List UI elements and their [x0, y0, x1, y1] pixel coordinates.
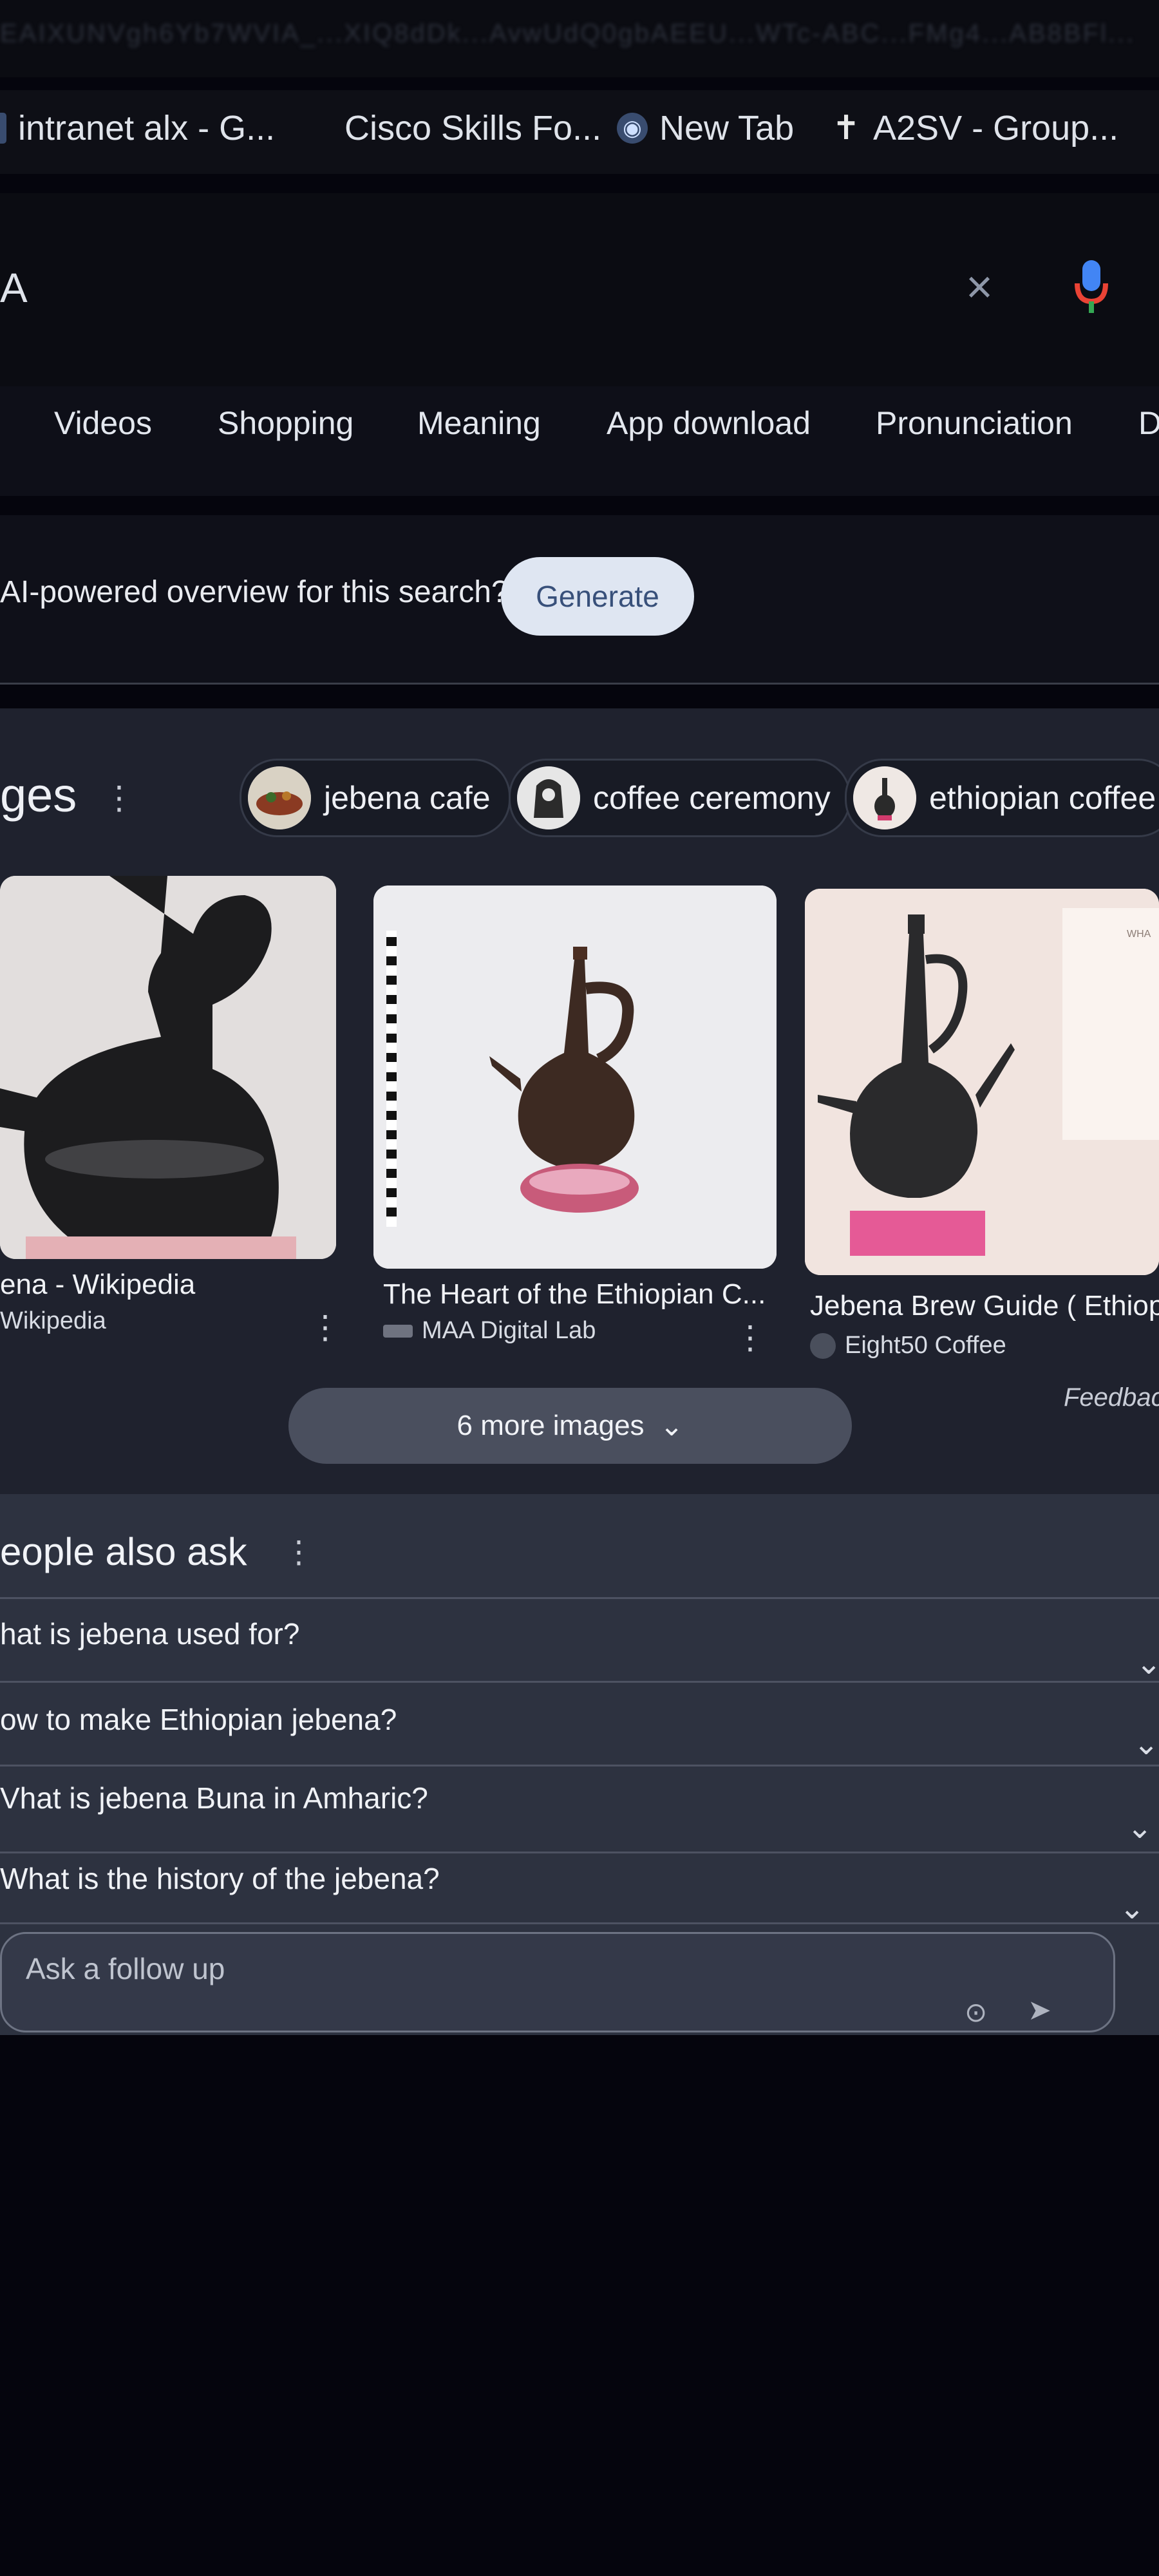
cross-icon: ✝ [832, 109, 860, 147]
chevron-down-icon: ⌄ [659, 1410, 684, 1442]
images-menu-icon[interactable]: ⋮ [103, 779, 135, 817]
ai-overview-prompt: AI-powered overview for this search? [0, 575, 509, 609]
divider [0, 1597, 1159, 1599]
image-card-wikipedia[interactable] [0, 876, 336, 1259]
card-title[interactable]: ena - Wikipedia [0, 1269, 195, 1301]
mic-icon[interactable] [1072, 258, 1111, 316]
chip-thumbnail [517, 766, 580, 829]
clear-search-button[interactable]: × [966, 261, 993, 314]
tab-videos[interactable]: Videos [54, 404, 152, 442]
divider [0, 1765, 1159, 1766]
alx-icon [0, 113, 6, 144]
maa-icon [383, 1324, 413, 1338]
images-heading: ges [0, 768, 77, 822]
chevron-down-icon[interactable]: ⌄ [1119, 1890, 1145, 1926]
more-images-label: 6 more images [457, 1410, 645, 1441]
tab-shopping[interactable]: Shopping [218, 404, 353, 442]
card-title[interactable]: The Heart of the Ethiopian C... [383, 1278, 766, 1311]
jebena-image [373, 886, 777, 1269]
bookmark-label: New Tab [659, 109, 795, 147]
card-source: Wikipedia [0, 1307, 106, 1335]
bookmark-a2sv-group[interactable]: ✝ A2SV - Group... [831, 108, 1118, 148]
card-source: MAA Digital Lab [383, 1317, 596, 1345]
source-label: MAA Digital Lab [422, 1317, 596, 1344]
send-icon[interactable]: ➤ [1028, 1994, 1051, 2027]
chip-label: jebena cafe [324, 780, 491, 816]
card-source: Eight50 Coffee [810, 1332, 1006, 1359]
tab-more[interactable]: D [1138, 404, 1159, 442]
divider [0, 1681, 1159, 1683]
people-also-ask-heading: eople also ask [0, 1530, 247, 1573]
bookmark-new-tab[interactable]: ◉ New Tab [617, 108, 794, 148]
bookmark-intranet-alx[interactable]: intranet alx - G... [0, 108, 275, 148]
tab-pronunciation[interactable]: Pronunciation [876, 404, 1073, 442]
chip-ethiopian-coffee[interactable]: ethiopian coffee [845, 759, 1159, 837]
chip-thumbnail [853, 766, 916, 829]
svg-text:WHA: WHA [1127, 929, 1151, 940]
paa-menu-icon[interactable]: ⋮ [283, 1534, 314, 1570]
chip-jebena-cafe[interactable]: jebena cafe [240, 759, 511, 837]
bookmark-label: intranet alx - G... [18, 109, 276, 147]
bookmark-cisco-skills[interactable]: Cisco Skills Fo... [344, 108, 601, 148]
more-images-button[interactable]: 6 more images ⌄ [288, 1388, 852, 1464]
image-card-maa[interactable] [373, 886, 777, 1269]
bottom-dark-area [0, 2035, 1159, 2576]
chip-label: coffee ceremony [593, 780, 831, 816]
chevron-down-icon[interactable]: ⌄ [1136, 1645, 1159, 1681]
eight50-icon [810, 1332, 836, 1359]
paa-question[interactable]: ow to make Ethiopian jebena? [0, 1702, 397, 1737]
tab-app-download[interactable]: App download [607, 404, 811, 442]
chevron-down-icon[interactable]: ⌄ [1133, 1726, 1159, 1762]
jebena-image [0, 876, 336, 1259]
follow-up-placeholder: Ask a follow up [26, 1952, 225, 1985]
paa-question[interactable]: Vhat is jebena Buna in Amharic? [0, 1781, 428, 1815]
card-menu-icon[interactable]: ⋮ [734, 1319, 766, 1356]
bookmark-label: Cisco Skills Fo... [344, 109, 602, 147]
url-text: EAIXUNVgh6Yb7WVIA_...XIQ8dDk...AvwUdQ0gb… [0, 19, 1136, 48]
jebena-image: WHA [805, 889, 1159, 1275]
bookmark-label: A2SV - Group... [873, 109, 1119, 147]
card-title[interactable]: Jebena Brew Guide ( Ethiop [810, 1290, 1159, 1322]
generate-button[interactable]: Generate [501, 557, 694, 636]
paa-question[interactable]: What is the history of the jebena? [0, 1861, 440, 1896]
divider [0, 1922, 1159, 1924]
image-card-eight50[interactable]: WHA [805, 889, 1159, 1275]
source-label: Eight50 Coffee [845, 1332, 1006, 1359]
card-menu-icon[interactable]: ⋮ [309, 1309, 341, 1346]
url-strip: EAIXUNVgh6Yb7WVIA_...XIQ8dDk...AvwUdQ0gb… [0, 0, 1159, 77]
feedback-link[interactable]: Feedbac [1064, 1383, 1159, 1412]
tab-meaning[interactable]: Meaning [417, 404, 541, 442]
chevron-down-icon[interactable]: ⌄ [1127, 1810, 1153, 1846]
source-label: Wikipedia [0, 1307, 106, 1334]
search-input[interactable]: A [0, 264, 28, 312]
paa-question[interactable]: hat is jebena used for? [0, 1616, 299, 1651]
lens-icon[interactable]: ⊙ [965, 1996, 987, 2028]
chip-thumbnail [248, 766, 311, 829]
globe-icon: ◉ [617, 113, 648, 144]
chip-coffee-ceremony[interactable]: coffee ceremony [509, 759, 851, 837]
divider [0, 1852, 1159, 1853]
chip-label: ethiopian coffee [929, 780, 1156, 816]
